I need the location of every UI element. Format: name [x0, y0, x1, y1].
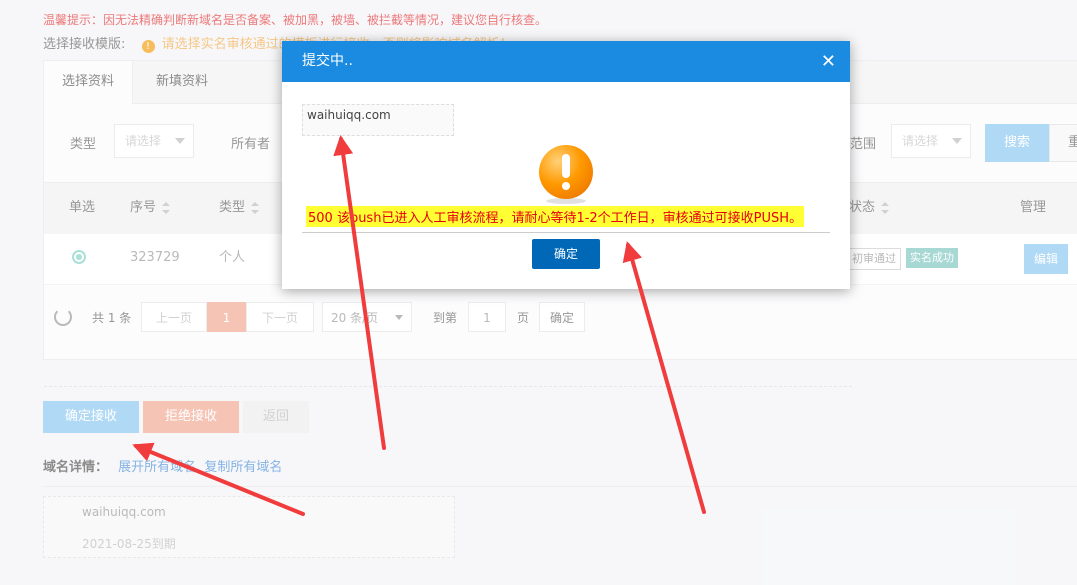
arrow-to-message: [622, 241, 706, 514]
arrow-to-domain: [333, 135, 386, 450]
annotation-arrows: [132, 135, 706, 516]
arrow-to-accept-button: [132, 442, 305, 516]
